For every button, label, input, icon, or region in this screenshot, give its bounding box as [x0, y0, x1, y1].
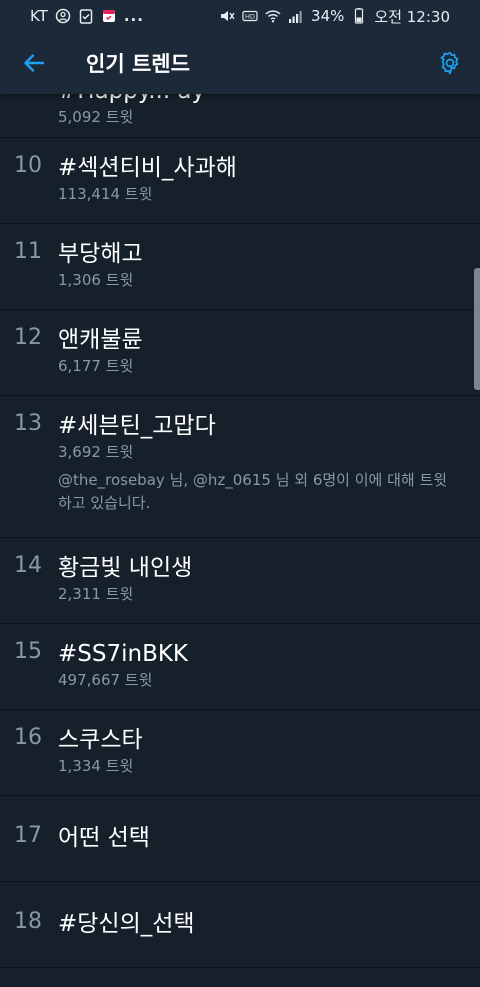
trend-item-15[interactable]: 15 #SS7inBKK 497,667 트윗 [0, 624, 480, 710]
more-notifications: ... [123, 7, 144, 25]
trend-name: #SS7inBKK [58, 641, 189, 667]
trend-tweet-count: 2,311 트윗 [58, 585, 134, 603]
trend-name: 앤캐불륜 [58, 327, 143, 353]
trend-tweet-count: 497,667 트윗 [58, 671, 153, 689]
trend-name: #섹션티비_사과해 [58, 155, 237, 181]
trend-item-12[interactable]: 12 앤캐불륜 6,177 트윗 [0, 310, 480, 396]
scrollbar-thumb[interactable] [474, 268, 480, 390]
calendar-icon [101, 8, 117, 24]
trend-item-10[interactable]: 10 #섹션티비_사과해 113,414 트윗 [0, 138, 480, 224]
carrier-label: KT [30, 7, 48, 25]
back-button[interactable] [2, 32, 66, 94]
battery-percent: 34% [311, 7, 345, 25]
trend-body: #당신의_선택 [58, 909, 480, 967]
trend-rank: 13 [14, 411, 42, 436]
status-bar: KT ... HD 34% 오전 12:30 [0, 0, 480, 32]
trend-body: 어떤 선택 [58, 823, 480, 881]
trend-tweet-count: 3,692 트윗 [58, 443, 134, 461]
trend-tweet-count: 1,306 트윗 [58, 271, 134, 289]
trend-body: #Happy... ay 5,092 트윗 [58, 94, 480, 137]
trend-name: 부당해고 [58, 241, 143, 267]
gear-icon [440, 51, 459, 75]
settings-button[interactable] [420, 32, 480, 94]
back-arrow-icon [24, 54, 45, 72]
trend-rank: 16 [14, 725, 42, 750]
trend-item-14[interactable]: 14 황금빛 내인생 2,311 트윗 [0, 538, 480, 624]
trend-body: 황금빛 내인생 2,311 트윗 [58, 553, 480, 623]
trend-tweet-count: 1,334 트윗 [58, 757, 134, 775]
trend-rank: 14 [14, 553, 42, 578]
signal-icon [288, 8, 304, 24]
hd-voice-icon: HD [242, 8, 258, 24]
trend-rank: 18 [14, 909, 42, 934]
trend-tweet-count: 113,414 트윗 [58, 185, 153, 203]
trend-name: #Happy... ay [58, 94, 480, 106]
trend-body: 부당해고 1,306 트윗 [58, 239, 480, 309]
trend-body: #섹션티비_사과해 113,414 트윗 [58, 153, 480, 223]
trend-name: 스쿠스타 [58, 727, 143, 753]
trend-context: @the_rosebay 님, @hz_0615 님 외 6명이 이에 대해 트… [58, 471, 448, 512]
trend-item-11[interactable]: 11 부당해고 1,306 트윗 [0, 224, 480, 310]
trend-list: #Happy... ay 5,092 트윗 10 #섹션티비_사과해 113,4… [0, 94, 480, 968]
trend-body: #SS7inBKK 497,667 트윗 [58, 639, 480, 709]
trend-rank: 17 [14, 823, 42, 848]
trend-item-18[interactable]: 18 #당신의_선택 [0, 882, 480, 968]
clipboard-check-icon [78, 8, 94, 24]
trend-rank [14, 98, 58, 137]
trend-rank: 15 [14, 639, 42, 664]
status-right: HD 34% 오전 12:30 [219, 6, 450, 27]
trend-rank: 10 [14, 153, 42, 178]
battery-icon [351, 8, 367, 24]
trend-rank: 11 [14, 239, 42, 264]
trend-body: #세븐틴_고맙다 3,692 트윗 @the_rosebay 님, @hz_06… [58, 411, 480, 537]
trend-name: #당신의_선택 [58, 911, 195, 937]
account-icon [55, 8, 71, 24]
svg-text:HD: HD [245, 13, 255, 21]
trend-item-13[interactable]: 13 #세븐틴_고맙다 3,692 트윗 @the_rosebay 님, @hz… [0, 396, 480, 538]
trend-item-17[interactable]: 17 어떤 선택 [0, 796, 480, 882]
mute-icon [219, 8, 235, 24]
wifi-icon [265, 8, 281, 24]
trend-tweet-count: 5,092 트윗 [58, 108, 134, 126]
trend-body: 앤캐불륜 6,177 트윗 [58, 325, 480, 395]
trend-item-16[interactable]: 16 스쿠스타 1,334 트윗 [0, 710, 480, 796]
trend-tweet-count: 6,177 트윗 [58, 357, 134, 375]
clock: 오전 12:30 [374, 7, 450, 26]
trend-name: #세븐틴_고맙다 [58, 413, 216, 439]
status-left: KT ... [30, 7, 144, 25]
trend-rank: 12 [14, 325, 42, 350]
app-bar: 인기 트렌드 [0, 32, 480, 94]
trend-item-partial[interactable]: #Happy... ay 5,092 트윗 [0, 94, 480, 138]
trend-body: 스쿠스타 1,334 트윗 [58, 725, 480, 795]
page-title: 인기 트렌드 [86, 52, 190, 76]
trend-name: 어떤 선택 [58, 825, 150, 851]
trend-name: 황금빛 내인생 [58, 555, 193, 581]
